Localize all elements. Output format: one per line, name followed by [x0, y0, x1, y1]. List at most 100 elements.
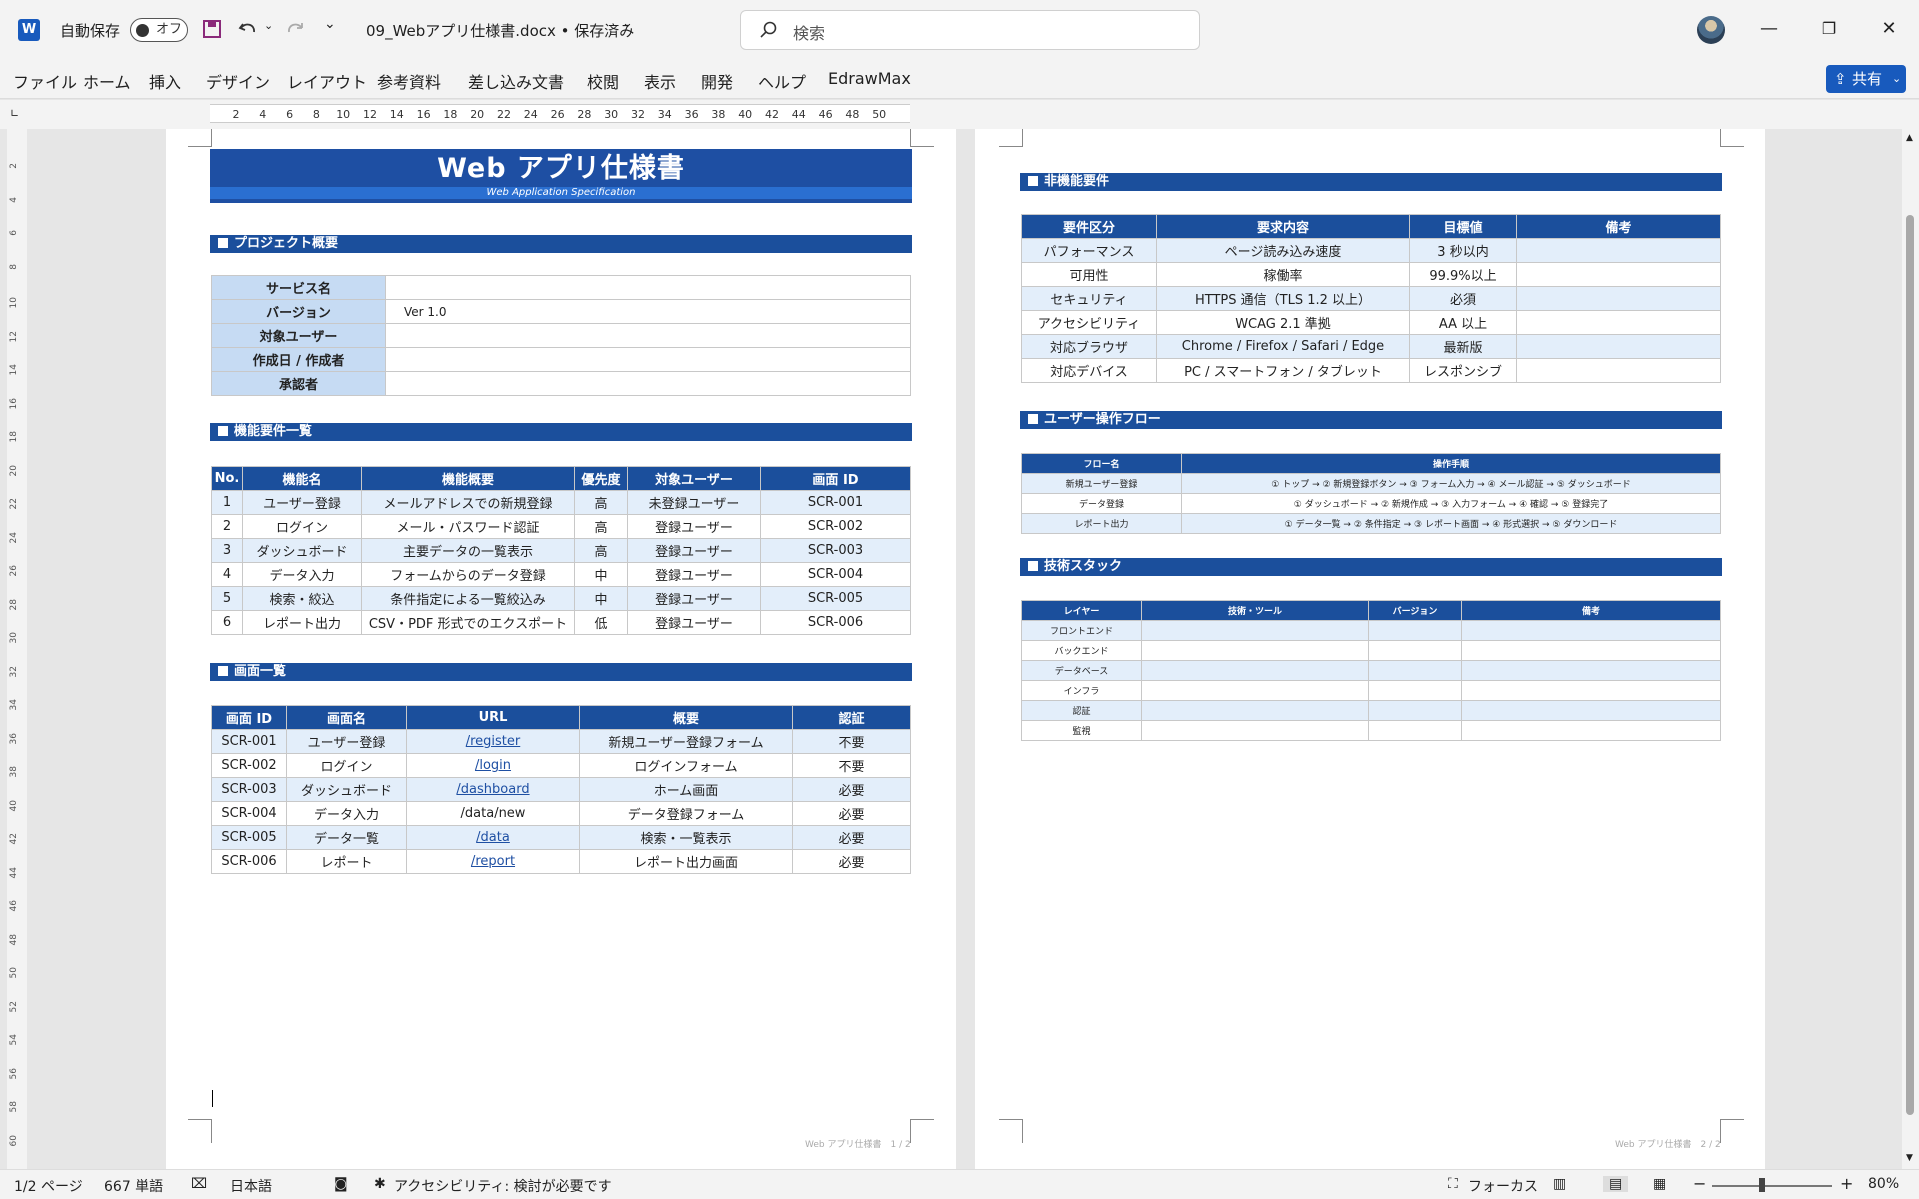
web-layout-icon[interactable]: ▦	[1653, 1176, 1666, 1192]
proofing-icon[interactable]: ⌧	[191, 1176, 207, 1192]
tab-references[interactable]: 参考資料	[377, 69, 441, 93]
ruler-tick: 30	[9, 632, 19, 644]
vertical-ruler[interactable]: 2 4 6 8 10 12 14 16 18 20 22 24 26 28 30 32 34 36 38 40 42 44…	[7, 129, 27, 1169]
tab-edrawmax[interactable]: EdrawMax	[828, 69, 911, 88]
zoom-out-icon[interactable]: −	[1693, 1174, 1706, 1193]
vertical-scrollbar[interactable]: ▲ ▼	[1902, 129, 1919, 1169]
table-cell: 条件指定による一覧絞込み	[361, 586, 575, 611]
focus-icon[interactable]: ⛶	[1448, 1176, 1458, 1192]
share-button[interactable]: ⇪ 共有 ⌄	[1826, 65, 1906, 93]
overview-value[interactable]	[385, 275, 911, 300]
customize-qat-icon[interactable]: ⌄	[324, 16, 336, 32]
table-cell: 3	[211, 538, 243, 563]
table-cell: 低	[574, 610, 628, 635]
autosave-toggle[interactable]: オフ	[130, 18, 188, 42]
overview-value[interactable]	[385, 371, 911, 396]
language-indicator[interactable]: 日本語	[230, 1176, 272, 1196]
table-cell: メール・パスワード認証	[361, 514, 575, 539]
ruler-tick: 14	[9, 364, 19, 376]
tech-stack-table: レイヤー 技術・ツール バージョン 備考 フロントエンド バックエンド データベース インフ…	[1021, 600, 1721, 741]
doc-name-chevron-icon[interactable]: ⌄	[622, 16, 633, 31]
section-project-overview: プロジェクト概要	[210, 235, 912, 253]
table-cell	[1461, 660, 1721, 681]
read-mode-icon[interactable]: ▥	[1553, 1176, 1566, 1192]
table-cell: /data/new	[406, 801, 580, 826]
scrollbar-thumb[interactable]	[1906, 215, 1914, 1115]
nonfunctional-table: 要件区分 要求内容 目標値 備考 パフォーマンス ページ読み込み速度 3 秒以内 可用性 稼働…	[1021, 214, 1721, 383]
overview-label: サービス名	[211, 275, 386, 300]
search-box[interactable]: 検索	[740, 10, 1200, 50]
table-cell	[1368, 720, 1462, 741]
table-cell: /report	[406, 849, 580, 874]
tab-insert[interactable]: 挿入	[149, 69, 181, 93]
undo-dropdown-icon[interactable]: ⌄	[264, 19, 273, 32]
focus-mode-label[interactable]: フォーカス	[1468, 1176, 1538, 1196]
table-cell-link[interactable]: /data	[476, 830, 510, 845]
tab-home[interactable]: ホーム	[83, 69, 131, 93]
zoom-level[interactable]: 80%	[1868, 1176, 1899, 1192]
table-cell: 認証	[1021, 700, 1142, 721]
table-cell: SCR-005	[760, 586, 911, 611]
minimize-icon[interactable]: —	[1754, 14, 1784, 44]
section-user-flow: ユーザー操作フロー	[1020, 411, 1722, 429]
column-header: 機能概要	[361, 466, 575, 491]
table-cell-link[interactable]: /dashboard	[456, 782, 529, 797]
page-count[interactable]: 1/2 ページ	[14, 1176, 83, 1196]
tab-developer[interactable]: 開発	[701, 69, 733, 93]
tab-view[interactable]: 表示	[644, 69, 676, 93]
table-cell	[1141, 660, 1369, 681]
scroll-down-icon[interactable]: ▼	[1906, 1153, 1913, 1163]
ruler-tick: 6	[9, 230, 19, 236]
table-cell: ホーム画面	[579, 777, 793, 802]
tab-help[interactable]: ヘルプ	[758, 69, 806, 93]
save-icon[interactable]	[202, 19, 222, 39]
word-count[interactable]: 667 単語	[104, 1176, 163, 1196]
zoom-in-icon[interactable]: +	[1840, 1174, 1853, 1193]
column-header: フロー名	[1021, 453, 1182, 474]
zoom-slider[interactable]	[1712, 1185, 1832, 1187]
overview-value[interactable]	[385, 347, 911, 372]
table-cell: 高	[574, 514, 628, 539]
ruler-tick: 46	[9, 900, 19, 912]
text-cursor	[212, 1090, 213, 1107]
table-cell: ログイン	[242, 514, 362, 539]
undo-icon[interactable]	[237, 18, 259, 40]
restore-icon[interactable]: ❐	[1814, 14, 1844, 44]
scroll-up-icon[interactable]: ▲	[1906, 133, 1913, 143]
table-cell: 登録ユーザー	[627, 562, 761, 587]
tab-review[interactable]: 校閲	[587, 69, 619, 93]
table-row: 監視	[1021, 720, 1721, 741]
tab-layout[interactable]: レイアウト	[287, 69, 367, 93]
close-icon[interactable]: ✕	[1874, 14, 1904, 44]
user-avatar[interactable]	[1697, 16, 1725, 44]
table-cell-link[interactable]: /report	[471, 854, 515, 869]
tab-design[interactable]: デザイン	[206, 69, 270, 93]
table-row: データ登録 ① ダッシュボード → ② 新規作成 → ③ 入力フォーム → ④ 確…	[1021, 493, 1721, 514]
zoom-slider-knob[interactable]	[1759, 1178, 1765, 1192]
tab-mailings[interactable]: 差し込み文書	[468, 69, 564, 93]
ruler-tick: 16	[416, 108, 431, 121]
accessibility-status[interactable]: アクセシビリティ: 検討が必要です	[394, 1176, 612, 1196]
overview-value[interactable]: Ver 1.0	[385, 299, 911, 324]
redo-icon[interactable]	[284, 18, 306, 40]
table-cell: フォームからのデータ登録	[361, 562, 575, 587]
overview-value[interactable]	[385, 323, 911, 348]
tab-selector-icon[interactable]: ∟	[10, 107, 19, 120]
table-cell	[1516, 262, 1721, 287]
macro-record-icon[interactable]: ◙	[334, 1176, 348, 1192]
accessibility-icon[interactable]: ✱	[374, 1176, 386, 1192]
print-layout-icon[interactable]: ▤	[1603, 1176, 1629, 1192]
ruler-tick: 34	[657, 108, 672, 121]
table-cell: レポート出力	[1021, 513, 1182, 534]
table-cell-link[interactable]: /login	[475, 758, 511, 773]
table-cell: データ登録	[1021, 493, 1182, 514]
horizontal-ruler[interactable]: 2 4 6 8 10 12 14 16 18 20 22 24 26 28 30 32 34 36 38 40 42 44…	[210, 104, 910, 123]
column-header: 画面 ID	[211, 705, 287, 730]
tab-file[interactable]: ファイル	[13, 69, 77, 93]
page-1-footer: Web アプリ仕様書 1 / 2	[805, 1140, 911, 1150]
overview-label: 作成日 / 作成者	[211, 347, 386, 372]
table-cell-link[interactable]: /register	[466, 734, 521, 749]
ruler-tick: 44	[9, 866, 19, 878]
document-name[interactable]: 09_Webアプリ仕様書.docx • 保存済み	[366, 20, 634, 41]
table-cell: AA 以上	[1409, 310, 1517, 335]
